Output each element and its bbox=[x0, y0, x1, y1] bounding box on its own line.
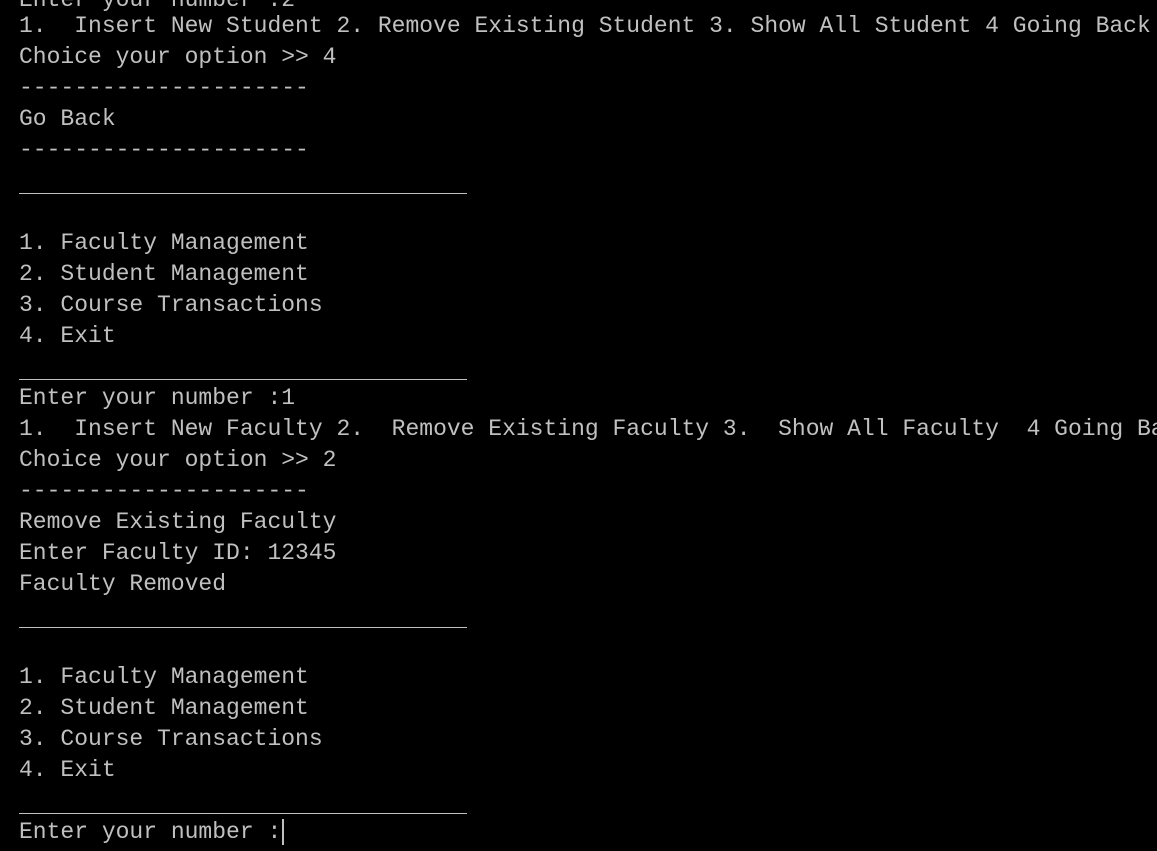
menu-item-faculty-management: 1. Faculty Management bbox=[19, 230, 309, 256]
separator-line bbox=[19, 193, 467, 194]
separator-line bbox=[19, 379, 467, 380]
menu-item-course-transactions: 3. Course Transactions bbox=[19, 292, 323, 318]
output-line: 1. Insert New Faculty 2. Remove Existing… bbox=[19, 416, 1157, 442]
terminal-window[interactable]: Enter your number :2 1. Insert New Stude… bbox=[0, 0, 1157, 851]
output-line: Enter Faculty ID: 12345 bbox=[19, 540, 337, 566]
prompt-text: Enter your number : bbox=[19, 819, 282, 845]
output-line: Enter your number :1 bbox=[19, 385, 296, 411]
menu-item-faculty-management: 1. Faculty Management bbox=[19, 664, 309, 690]
output-line: Choice your option >> 2 bbox=[19, 447, 337, 473]
output-line: Choice your option >> 4 bbox=[19, 44, 337, 70]
menu-item-course-transactions: 3. Course Transactions bbox=[19, 726, 323, 752]
output-line: 1. Insert New Student 2. Remove Existing… bbox=[19, 13, 1151, 39]
input-prompt-line[interactable]: Enter your number : bbox=[19, 817, 285, 848]
status-message: Faculty Removed bbox=[19, 571, 227, 597]
text-cursor bbox=[282, 818, 285, 845]
menu-item-exit: 4. Exit bbox=[19, 757, 116, 783]
output-line: --------------------- bbox=[19, 137, 309, 163]
separator-line bbox=[19, 627, 467, 628]
menu-item-student-management: 2. Student Management bbox=[19, 261, 309, 287]
menu-item-student-management: 2. Student Management bbox=[19, 695, 309, 721]
separator-line bbox=[19, 813, 467, 814]
menu-item-exit: 4. Exit bbox=[19, 323, 116, 349]
output-line: Remove Existing Faculty bbox=[19, 509, 337, 535]
output-line: --------------------- bbox=[19, 75, 309, 101]
output-line: --------------------- bbox=[19, 478, 309, 504]
output-line: Go Back bbox=[19, 106, 116, 132]
